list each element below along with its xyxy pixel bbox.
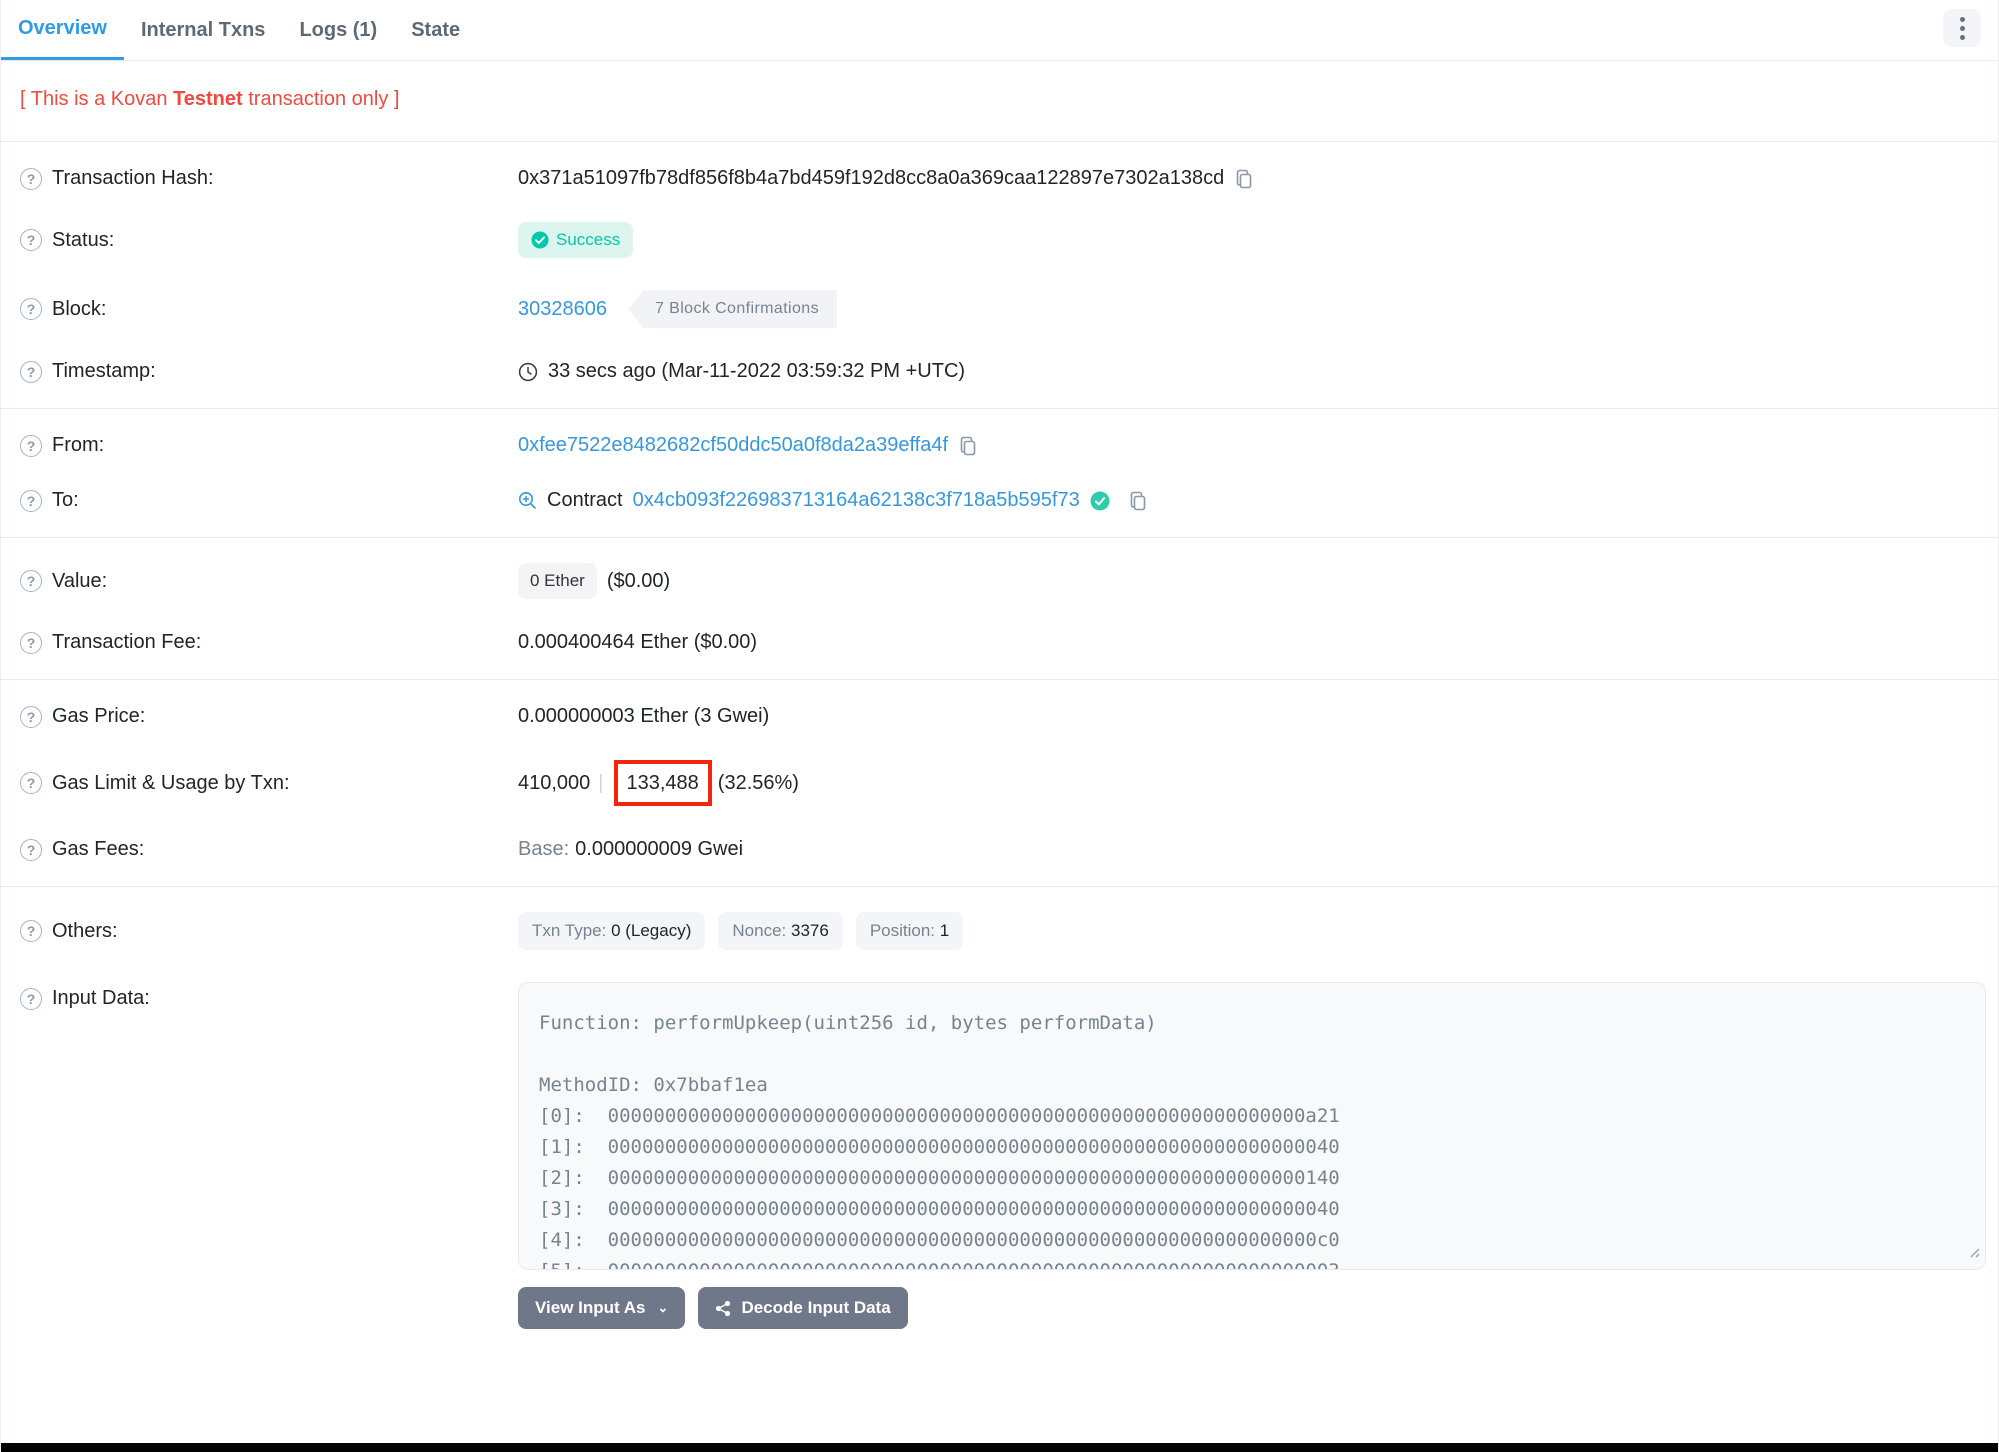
row-block: ? Block: 30328606 7 Block Confirmations xyxy=(1,274,1998,344)
gas-price-label: Gas Price: xyxy=(52,705,146,727)
transaction-hash-label: Transaction Hash: xyxy=(52,167,214,189)
transaction-detail-page: Overview Internal Txns Logs (1) State [ … xyxy=(0,0,1999,1452)
to-label: To: xyxy=(52,489,79,511)
decode-input-data-button[interactable]: Decode Input Data xyxy=(698,1287,908,1329)
help-icon[interactable]: ? xyxy=(20,920,42,942)
section-overview-top: ? Transaction Hash: 0x371a51097fb78df856… xyxy=(1,142,1998,409)
value-label: Value: xyxy=(52,569,108,592)
clock-icon xyxy=(518,362,538,382)
row-gas-limit-usage: ? Gas Limit & Usage by Txn: 410,000 | 13… xyxy=(1,744,1998,822)
row-gas-price: ? Gas Price: 0.000000003 Ether (3 Gwei) xyxy=(1,689,1998,744)
notice-prefix: [ This is a Kovan xyxy=(20,88,174,110)
transaction-hash-value: 0x371a51097fb78df856f8b4a7bd459f192d8cc8… xyxy=(518,167,1225,189)
row-transaction-fee: ? Transaction Fee: 0.000400464 Ether ($0… xyxy=(1,615,1998,670)
tab-internal-txns[interactable]: Internal Txns xyxy=(124,0,282,60)
input-data-content: Function: performUpkeep(uint256 id, byte… xyxy=(539,1012,1340,1269)
help-icon[interactable]: ? xyxy=(20,772,42,794)
tab-state[interactable]: State xyxy=(394,0,477,60)
row-gas-fees: ? Gas Fees: Base: 0.000000009 Gwei xyxy=(1,822,1998,877)
gas-usage-value: 133,488 xyxy=(626,772,699,794)
input-data-actions: View Input As ⌄ Decode Input Data xyxy=(518,1287,1979,1329)
help-icon[interactable]: ? xyxy=(20,489,42,512)
help-icon[interactable]: ? xyxy=(20,705,42,728)
kebab-icon xyxy=(1959,16,1965,22)
help-icon[interactable]: ? xyxy=(20,229,42,251)
row-transaction-hash: ? Transaction Hash: 0x371a51097fb78df856… xyxy=(1,151,1998,206)
gas-fees-base-label: Base: xyxy=(518,838,570,860)
copy-icon[interactable] xyxy=(1128,490,1148,512)
block-label: Block: xyxy=(52,297,107,320)
tab-logs[interactable]: Logs (1) xyxy=(282,0,394,60)
copy-icon[interactable] xyxy=(958,435,978,457)
chevron-down-icon: ⌄ xyxy=(657,1300,669,1315)
input-data-textarea[interactable]: Function: performUpkeep(uint256 id, byte… xyxy=(518,982,1986,1270)
section-others-input: ? Others: Txn Type: 0 (Legacy) Nonce: 33… xyxy=(1,887,1998,1354)
copy-icon[interactable] xyxy=(1234,168,1254,190)
verified-check-icon xyxy=(1090,491,1110,511)
position-badge: Position: 1 xyxy=(855,912,964,950)
kebab-icon xyxy=(1959,34,1965,40)
block-number-link[interactable]: 30328606 xyxy=(518,298,607,321)
value-amount-badge: 0 Ether xyxy=(518,563,597,599)
others-badges: Txn Type: 0 (Legacy) Nonce: 3376 Positio… xyxy=(518,912,964,950)
help-icon[interactable]: ? xyxy=(20,631,42,654)
gas-usage-highlight-box: 133,488 xyxy=(613,760,712,806)
to-address-link[interactable]: 0x4cb093f226983713164a62138c3f718a5b595f… xyxy=(633,489,1080,512)
gas-limit-separator: | xyxy=(598,771,604,794)
gas-usage-percent: (32.56%) xyxy=(717,771,799,794)
status-label: Status: xyxy=(52,228,115,251)
help-icon[interactable]: ? xyxy=(20,298,42,320)
gas-fees-label: Gas Fees: xyxy=(52,838,145,860)
row-status: ? Status: Success xyxy=(1,206,1998,274)
timestamp-value: 33 secs ago (Mar-11-2022 03:59:32 PM +UT… xyxy=(548,360,966,382)
transaction-fee-label: Transaction Fee: xyxy=(52,631,202,653)
block-confirmations-badge: 7 Block Confirmations xyxy=(628,290,838,328)
section-gas: ? Gas Price: 0.000000003 Ether (3 Gwei) … xyxy=(1,680,1998,887)
help-icon[interactable]: ? xyxy=(20,167,42,190)
to-contract-word: Contract xyxy=(547,489,623,511)
testnet-notice: [ This is a Kovan Testnet transaction on… xyxy=(1,61,1998,142)
row-others: ? Others: Txn Type: 0 (Legacy) Nonce: 33… xyxy=(1,896,1998,966)
section-addresses: ? From: 0xfee7522e8482682cf50ddc50a0f8da… xyxy=(1,409,1998,538)
row-timestamp: ? Timestamp: 33 secs ago (Mar-11-2022 03… xyxy=(1,344,1998,399)
help-icon[interactable]: ? xyxy=(20,987,42,1010)
row-to: ? To: Contract 0x4cb093f226983713164a621… xyxy=(1,473,1998,528)
resize-grip-icon[interactable] xyxy=(1968,1241,1980,1264)
view-input-as-button[interactable]: View Input As ⌄ xyxy=(518,1287,686,1329)
status-badge-text: Success xyxy=(556,230,621,249)
input-data-label: Input Data: xyxy=(52,987,150,1009)
zoom-in-icon[interactable] xyxy=(518,491,537,510)
nonce-badge: Nonce: 3376 xyxy=(718,912,843,950)
row-input-data: ? Input Data: Function: performUpkeep(ui… xyxy=(1,966,1998,1345)
from-address-link[interactable]: 0xfee7522e8482682cf50ddc50a0f8da2a39effa… xyxy=(518,434,948,457)
help-icon[interactable]: ? xyxy=(20,570,42,592)
help-icon[interactable]: ? xyxy=(20,360,42,383)
value-usd: ($0.00) xyxy=(606,569,671,592)
notice-suffix: transaction only ] xyxy=(242,88,400,110)
others-label: Others: xyxy=(52,919,118,942)
section-value-fee: ? Value: 0 Ether ($0.00) ? Transaction F… xyxy=(1,538,1998,680)
gas-limit-value: 410,000 xyxy=(518,771,591,794)
help-icon[interactable]: ? xyxy=(20,838,42,861)
tab-overview[interactable]: Overview xyxy=(1,0,124,60)
footer-spacer xyxy=(1,1354,1998,1384)
decode-icon xyxy=(715,1300,732,1317)
transaction-fee-value: 0.000400464 Ether ($0.00) xyxy=(518,631,758,653)
row-from: ? From: 0xfee7522e8482682cf50ddc50a0f8da… xyxy=(1,418,1998,473)
row-value: ? Value: 0 Ether ($0.00) xyxy=(1,547,1998,615)
tab-bar: Overview Internal Txns Logs (1) State xyxy=(1,0,1998,61)
txn-type-badge: Txn Type: 0 (Legacy) xyxy=(518,912,706,950)
help-icon[interactable]: ? xyxy=(20,434,42,457)
from-label: From: xyxy=(52,434,105,456)
gas-limit-label: Gas Limit & Usage by Txn: xyxy=(52,771,290,794)
check-circle-icon xyxy=(531,231,549,249)
status-badge: Success xyxy=(518,222,634,258)
gas-fees-base-value: 0.000000009 Gwei xyxy=(575,838,744,860)
gas-price-value: 0.000000003 Ether (3 Gwei) xyxy=(518,705,770,727)
notice-bold: Testnet xyxy=(173,88,243,110)
kebab-icon xyxy=(1959,25,1965,31)
timestamp-label: Timestamp: xyxy=(52,360,156,382)
kebab-menu-button[interactable] xyxy=(1943,9,1981,47)
bottom-black-bar xyxy=(1,1443,1998,1452)
